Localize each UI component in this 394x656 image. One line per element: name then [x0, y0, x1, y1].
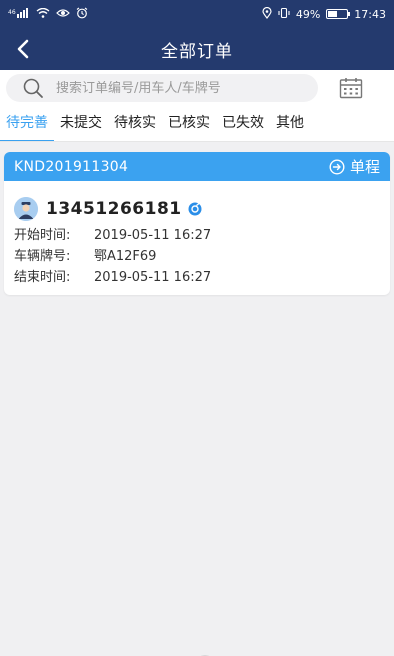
- start-time-value: 2019-05-11 16:27: [94, 228, 212, 243]
- start-time-row: 开始时间: 2019-05-11 16:27: [14, 225, 390, 246]
- order-card-body: 13451266181 开始时间: 2019-05-11 16:27 车辆牌号:…: [4, 181, 390, 288]
- end-time-row: 结束时间: 2019-05-11 16:27: [14, 267, 390, 288]
- order-card[interactable]: KND201911304 单程 13451266181 开始时间: 2019-0…: [4, 152, 390, 295]
- tab-not-submitted[interactable]: 未提交: [54, 106, 108, 141]
- order-card-header: KND201911304 单程: [4, 152, 390, 181]
- verified-icon: [188, 202, 202, 216]
- search-box[interactable]: [6, 74, 318, 102]
- svg-text:46: 46: [8, 9, 16, 16]
- end-time-label: 结束时间:: [14, 270, 71, 285]
- search-input[interactable]: [56, 80, 306, 96]
- search-icon: [23, 78, 43, 98]
- trip-type-label: 单程: [349, 158, 380, 176]
- calendar-button[interactable]: [338, 75, 364, 101]
- plate-value: 鄂A12F69: [94, 249, 157, 264]
- battery-percent: 49%: [295, 7, 321, 21]
- plate-label: 车辆牌号:: [14, 249, 71, 264]
- tab-expired[interactable]: 已失效: [216, 106, 270, 141]
- status-tabs: 待完善 未提交 待核实 已核实 已失效 其他: [0, 106, 394, 142]
- wifi-icon: [36, 7, 50, 21]
- back-arrow-icon: [17, 39, 29, 59]
- trip-arrow-icon: [329, 158, 345, 175]
- tab-verified[interactable]: 已核实: [162, 106, 216, 141]
- order-number: KND201911304: [14, 158, 129, 175]
- start-time-label: 开始时间:: [14, 228, 71, 243]
- end-time-value: 2019-05-11 16:27: [94, 270, 212, 285]
- tab-pending-complete[interactable]: 待完善: [0, 106, 54, 141]
- status-left: 46: [8, 7, 88, 22]
- tab-other[interactable]: 其他: [270, 106, 310, 141]
- user-row: 13451266181: [14, 195, 390, 223]
- bottom-gesture-icon: [190, 646, 220, 656]
- alarm-icon: [76, 7, 88, 22]
- page-title: 全部订单: [161, 41, 233, 62]
- plate-row: 车辆牌号: 鄂A12F69: [14, 246, 390, 267]
- avatar-icon: [14, 197, 38, 221]
- status-bar: 46 49% 17:43: [0, 0, 394, 28]
- tab-pending-verify[interactable]: 待核实: [108, 106, 162, 141]
- trip-type: 单程: [329, 156, 380, 177]
- search-row: [0, 70, 394, 106]
- signal-icon: 46: [8, 7, 30, 21]
- user-phone: 13451266181: [46, 199, 182, 219]
- status-right: 49% 17:43: [262, 6, 386, 22]
- battery-icon: [326, 9, 351, 19]
- location-icon: [262, 6, 272, 22]
- clock-time: 17:43: [354, 7, 386, 21]
- eye-icon: [56, 8, 70, 21]
- vibrate-icon: [278, 7, 290, 22]
- calendar-icon: [339, 78, 363, 99]
- app-header: 全部订单: [0, 28, 394, 70]
- back-button[interactable]: [8, 34, 38, 64]
